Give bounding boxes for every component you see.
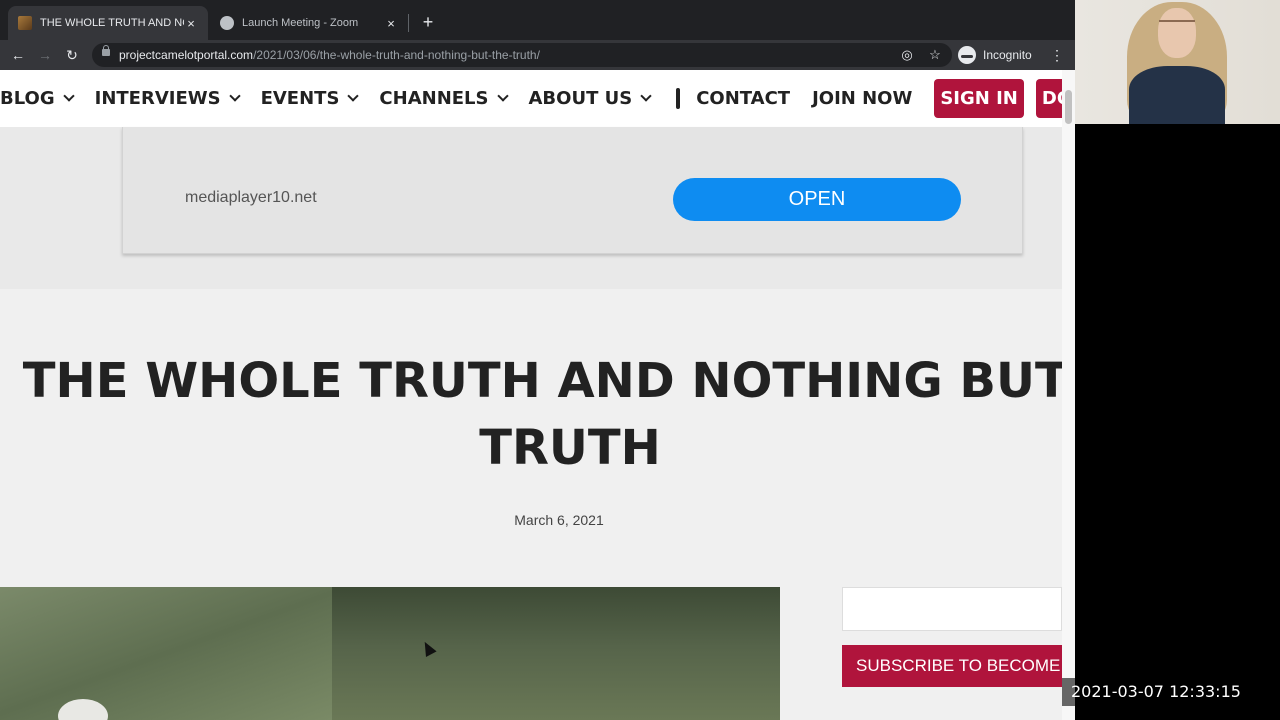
chevron-down-icon: [62, 90, 75, 102]
browser-toolbar: ← → ↻ projectcamelotportal.com/2021/03/0…: [0, 40, 1075, 70]
star-icon[interactable]: ☆: [926, 46, 944, 64]
globe-icon: [220, 16, 234, 30]
url-host: projectcamelotportal.com: [119, 48, 254, 62]
nav-item-about-us[interactable]: ABOUT US: [528, 88, 652, 109]
presenter-glasses: [1159, 20, 1195, 30]
chevron-down-icon: [228, 90, 241, 102]
webcam-video: [1075, 0, 1280, 124]
chevron-down-icon: [496, 90, 509, 102]
scrollbar-thumb[interactable]: [1065, 90, 1072, 124]
browser-menu-button[interactable]: ⋮: [1050, 44, 1064, 66]
close-tab-icon[interactable]: ×: [384, 16, 398, 31]
chevron-down-icon: [347, 90, 360, 102]
nav-label: INTERVIEWS: [94, 88, 221, 109]
post-title: THE WHOLE TRUTH AND NOTHING BUT T TRUTH: [0, 348, 1075, 482]
post-title-line: TRUTH: [479, 420, 661, 476]
tab-separator: [408, 14, 409, 32]
subscribe-button[interactable]: SUBSCRIBE TO BECOME A: [842, 645, 1062, 687]
camelot-favicon-icon: [18, 16, 32, 30]
recording-timestamp: 2021-03-07 12:33:15: [1071, 682, 1241, 701]
nav-label: EVENTS: [260, 88, 340, 109]
email-field[interactable]: [842, 587, 1062, 631]
image-panel-left: [0, 587, 332, 720]
post-title-line: THE WHOLE TRUTH AND NOTHING BUT T: [22, 353, 1075, 409]
lock-icon: [102, 45, 110, 56]
nav-label: CHANNELS: [379, 88, 489, 109]
eye-off-icon[interactable]: ◎: [898, 46, 916, 64]
browser-window: THE WHOLE TRUTH AND NOTHING BUT THE TRUT…: [0, 0, 1075, 720]
nav-item-events[interactable]: EVENTS: [260, 88, 360, 109]
close-tab-icon[interactable]: ×: [184, 16, 198, 31]
reload-button[interactable]: ↻: [61, 44, 83, 66]
site-navigation: BLOG INTERVIEWS EVENTS CHANNELS ABOUT US…: [0, 70, 1075, 127]
nav-item-contact[interactable]: CONTACT: [696, 88, 790, 109]
scrollbar[interactable]: [1062, 70, 1075, 720]
tab-active[interactable]: THE WHOLE TRUTH AND NOTHING BUT THE TRUT…: [8, 6, 208, 40]
envelope-icon[interactable]: [676, 88, 681, 109]
sign-in-button[interactable]: SIGN IN: [934, 79, 1024, 118]
web-page: BLOG INTERVIEWS EVENTS CHANNELS ABOUT US…: [0, 70, 1075, 720]
url-text: projectcamelotportal.com/2021/03/06/the-…: [119, 43, 540, 67]
presenter-face: [1158, 8, 1196, 58]
presenter-shirt: [1129, 66, 1225, 124]
tab-strip: THE WHOLE TRUTH AND NOTHING BUT THE TRUT…: [0, 0, 1075, 40]
forward-button[interactable]: →: [34, 44, 56, 66]
nav-label: ABOUT US: [528, 88, 633, 109]
nav-item-channels[interactable]: CHANNELS: [379, 88, 509, 109]
url-path: /2021/03/06/the-whole-truth-and-nothing-…: [253, 48, 540, 62]
post-date: March 6, 2021: [514, 512, 604, 528]
tab-title: Launch Meeting - Zoom: [242, 17, 359, 29]
incognito-label: Incognito: [983, 48, 1032, 62]
address-bar[interactable]: projectcamelotportal.com/2021/03/06/the-…: [92, 43, 952, 67]
ad-domain: mediaplayer10.net: [185, 189, 317, 206]
nav-item-blog[interactable]: BLOG: [0, 88, 75, 109]
nav-item-join-now[interactable]: JOIN NOW: [812, 88, 912, 109]
ad-area: mediaplayer10.net OPEN: [0, 127, 1062, 289]
incognito-profile[interactable]: Incognito: [958, 44, 1032, 66]
tab-title: THE WHOLE TRUTH AND NOTHING BUT THE TRUT…: [40, 17, 184, 29]
chevron-down-icon: [640, 90, 652, 102]
post-featured-image[interactable]: [0, 587, 780, 720]
back-button[interactable]: ←: [7, 44, 29, 66]
nav-item-interviews[interactable]: INTERVIEWS: [94, 88, 241, 109]
ad-banner[interactable]: mediaplayer10.net OPEN: [122, 127, 1023, 254]
new-tab-button[interactable]: +: [418, 10, 438, 34]
nav-label: BLOG: [0, 88, 55, 109]
incognito-icon: [958, 46, 976, 64]
ad-open-button[interactable]: OPEN: [673, 178, 961, 221]
tab-zoom[interactable]: Launch Meeting - Zoom ×: [210, 6, 408, 40]
